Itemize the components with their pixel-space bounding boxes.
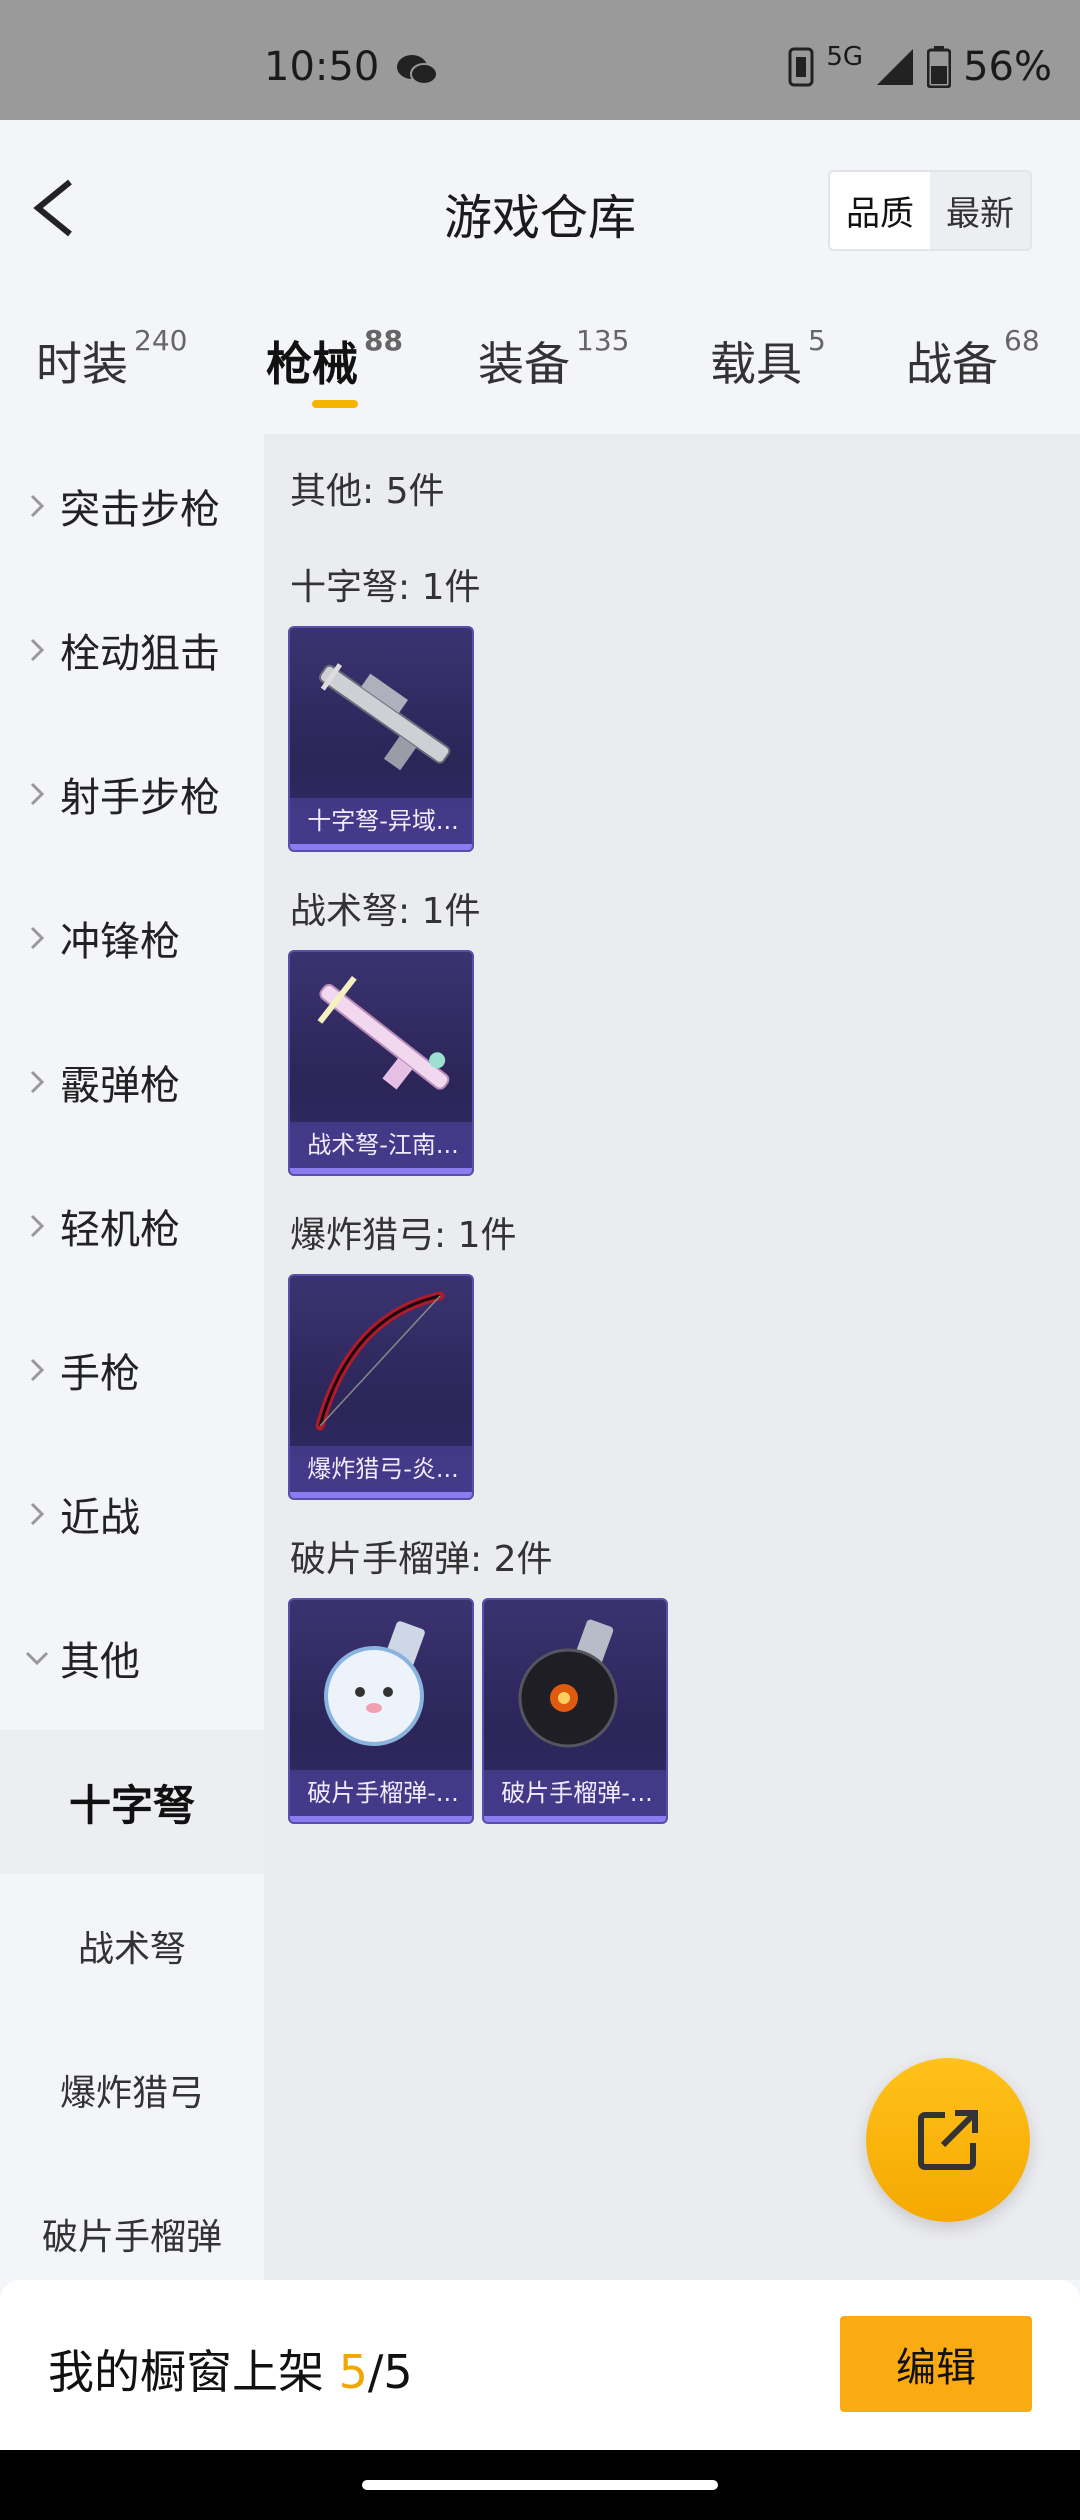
chevron-down-icon bbox=[14, 1649, 60, 1667]
chevron-right-icon bbox=[14, 924, 60, 952]
sidebar-item-marksman-rifle[interactable]: 射手步枪 bbox=[0, 722, 264, 866]
rarity-bar bbox=[290, 1816, 472, 1822]
showcase-total: 5 bbox=[383, 2345, 413, 2399]
tab-equipment[interactable]: 装备 135 bbox=[478, 324, 629, 394]
status-time: 10:50 bbox=[264, 44, 380, 90]
battery-percent: 56% bbox=[963, 44, 1052, 90]
chevron-right-icon bbox=[14, 1212, 60, 1240]
sidebar-item-label: 手枪 bbox=[60, 1351, 140, 1397]
item-card[interactable]: 十字弩-异域... bbox=[288, 626, 474, 852]
tab-count: 135 bbox=[576, 323, 630, 357]
item-name: 破片手榴弹-... bbox=[484, 1770, 666, 1816]
battery-icon bbox=[927, 46, 952, 88]
status-right: 5G 56% bbox=[788, 42, 1052, 90]
sidebar-item-smg[interactable]: 冲锋枪 bbox=[0, 866, 264, 1010]
home-gesture-bar[interactable] bbox=[362, 2480, 718, 2490]
explosive-bow-image bbox=[315, 1291, 445, 1431]
tab-label: 载具 bbox=[710, 337, 802, 391]
tactical-crossbow-image bbox=[317, 975, 450, 1090]
rarity-bar bbox=[290, 844, 472, 850]
showcase-separator: / bbox=[367, 2345, 384, 2399]
item-name: 十字弩-异域... bbox=[290, 798, 472, 844]
tab-count: 88 bbox=[364, 323, 403, 357]
sort-quality-button[interactable]: 品质 bbox=[830, 172, 930, 249]
sort-newest-button[interactable]: 最新 bbox=[930, 172, 1030, 249]
chevron-right-icon bbox=[14, 492, 60, 520]
tab-vehicles[interactable]: 载具 5 bbox=[710, 324, 826, 394]
group-heading: 十字弩: 1件 bbox=[290, 567, 481, 608]
tab-fashion[interactable]: 时装 240 bbox=[36, 324, 187, 394]
chevron-right-icon bbox=[14, 1500, 60, 1528]
sidebar-sub-tactical-crossbow[interactable]: 战术弩 bbox=[0, 1874, 264, 2018]
sidebar-item-label: 射手步枪 bbox=[60, 775, 220, 821]
tab-count: 5 bbox=[808, 323, 826, 357]
sim-icon bbox=[788, 47, 814, 87]
tab-label: 装备 bbox=[478, 337, 570, 391]
edit-button[interactable]: 编辑 bbox=[840, 2316, 1032, 2412]
grenade-black-image bbox=[518, 1619, 618, 1748]
sidebar-item-label: 其他 bbox=[60, 1639, 140, 1685]
tab-battle-prep[interactable]: 战备 68 bbox=[906, 324, 1040, 394]
share-external-icon bbox=[918, 2110, 978, 2170]
item-card[interactable]: 破片手榴弹-... bbox=[288, 1598, 474, 1824]
showcase-label: 我的橱窗上架 bbox=[48, 2345, 324, 2399]
item-name: 破片手榴弹-... bbox=[290, 1770, 472, 1816]
showcase-status: 我的橱窗上架 5/5 bbox=[48, 2336, 413, 2402]
sidebar-item-label: 轻机枪 bbox=[60, 1207, 180, 1253]
tab-label: 时装 bbox=[36, 337, 128, 391]
share-button[interactable] bbox=[866, 2058, 1030, 2222]
tab-count: 68 bbox=[1004, 323, 1040, 357]
sidebar-item-label: 近战 bbox=[60, 1495, 140, 1541]
sidebar: 突击步枪 栓动狙击 射手步枪 冲锋枪 霰弹枪 轻机枪 手枪 近战 其他 十字弩 … bbox=[0, 434, 264, 2280]
item-name: 战术弩-江南... bbox=[290, 1122, 472, 1168]
sidebar-item-shotgun[interactable]: 霰弹枪 bbox=[0, 1010, 264, 1154]
item-list: 其他: 5件 十字弩: 1件 十字弩-异域... 战术弩: 1件 战术弩-江南.… bbox=[264, 434, 1080, 2280]
sidebar-item-lmg[interactable]: 轻机枪 bbox=[0, 1154, 264, 1298]
group-heading: 爆炸猎弓: 1件 bbox=[290, 1215, 517, 1256]
tab-count: 240 bbox=[134, 323, 188, 357]
sidebar-sub-crossbow[interactable]: 十字弩 bbox=[0, 1730, 264, 1874]
status-bar: 10:50 5G 56% bbox=[0, 0, 1080, 120]
rarity-bar bbox=[484, 1816, 666, 1822]
tab-guns[interactable]: 枪械 88 bbox=[266, 324, 403, 394]
chevron-right-icon bbox=[14, 1068, 60, 1096]
item-card[interactable]: 战术弩-江南... bbox=[288, 950, 474, 1176]
item-card[interactable]: 破片手榴弹-... bbox=[482, 1598, 668, 1824]
item-card[interactable]: 爆炸猎弓-炎... bbox=[288, 1274, 474, 1500]
chevron-right-icon bbox=[14, 636, 60, 664]
sidebar-item-pistol[interactable]: 手枪 bbox=[0, 1298, 264, 1442]
network-label: 5G bbox=[826, 42, 864, 72]
category-tabs: 时装 240 枪械 88 装备 135 载具 5 战备 68 bbox=[0, 300, 1080, 420]
grenade-white-image bbox=[324, 1621, 425, 1746]
sidebar-item-label: 栓动狙击 bbox=[60, 631, 220, 677]
summary-count: 其他: 5件 bbox=[290, 471, 445, 512]
rarity-bar bbox=[290, 1492, 472, 1498]
sidebar-item-assault-rifle[interactable]: 突击步枪 bbox=[0, 434, 264, 578]
group-heading: 战术弩: 1件 bbox=[290, 891, 481, 932]
chevron-right-icon bbox=[14, 780, 60, 808]
sort-toggle: 品质 最新 bbox=[828, 170, 1032, 251]
showcase-footer: 我的橱窗上架 5/5 编辑 bbox=[0, 2280, 1080, 2450]
tab-label: 枪械 bbox=[266, 337, 358, 391]
sidebar-item-label: 霰弹枪 bbox=[60, 1063, 180, 1109]
sidebar-sub-explosive-bow[interactable]: 爆炸猎弓 bbox=[0, 2018, 264, 2162]
sidebar-item-melee[interactable]: 近战 bbox=[0, 1442, 264, 1586]
wechat-icon bbox=[397, 55, 438, 85]
tab-label: 战备 bbox=[906, 337, 998, 391]
sidebar-item-bolt-sniper[interactable]: 栓动狙击 bbox=[0, 578, 264, 722]
sidebar-item-label: 突击步枪 bbox=[60, 487, 220, 533]
sidebar-item-label: 冲锋枪 bbox=[60, 919, 180, 965]
item-name: 爆炸猎弓-炎... bbox=[290, 1446, 472, 1492]
chevron-right-icon bbox=[14, 1356, 60, 1384]
crossbow-image bbox=[319, 663, 451, 771]
rarity-bar bbox=[290, 1168, 472, 1174]
active-tab-indicator bbox=[312, 400, 358, 408]
sidebar-item-other[interactable]: 其他 bbox=[0, 1586, 264, 1730]
header: 游戏仓库 品质 最新 bbox=[0, 120, 1080, 290]
system-nav-bar bbox=[0, 2450, 1080, 2520]
signal-icon bbox=[877, 49, 914, 85]
group-heading: 破片手榴弹: 2件 bbox=[290, 1539, 553, 1580]
showcase-current: 5 bbox=[338, 2345, 368, 2399]
